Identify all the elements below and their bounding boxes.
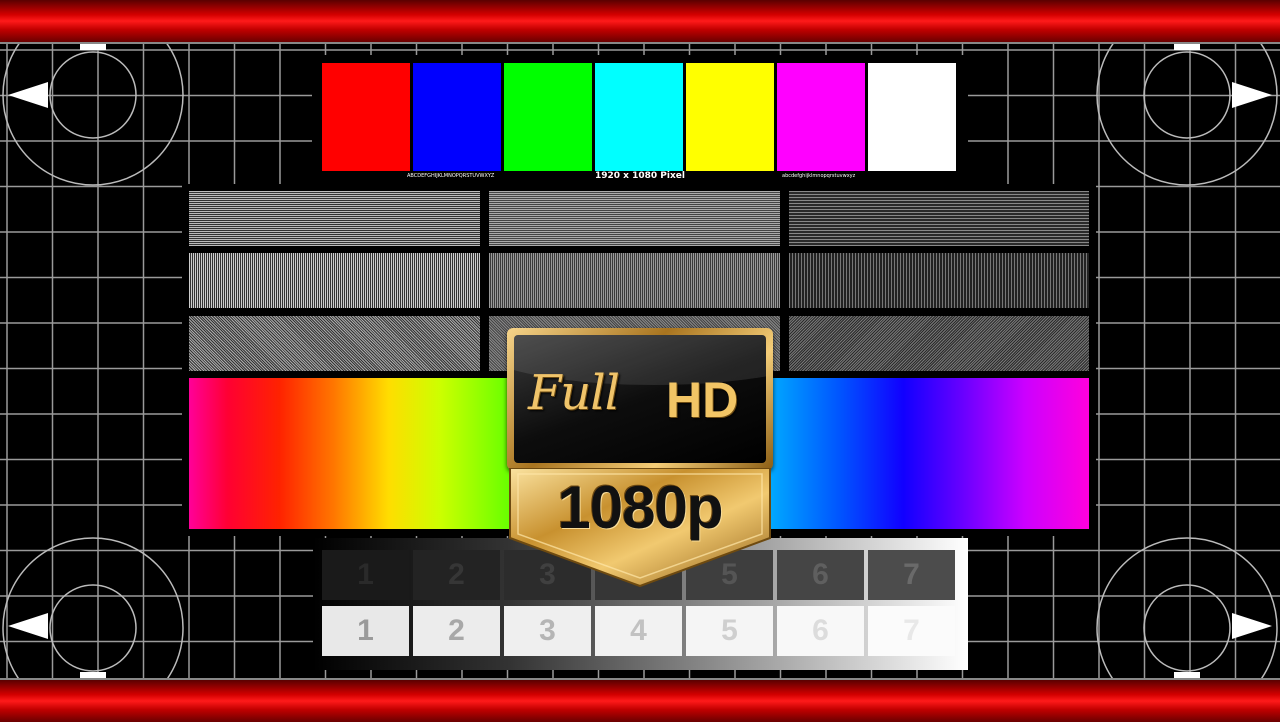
badge-1080p-text: 1080p: [557, 474, 723, 541]
pattern-vertical-fine: [189, 253, 480, 308]
pattern-vertical-coarse: [789, 253, 1089, 308]
pattern-diagonal-coarse: [789, 316, 1089, 371]
gray-step-light: 4: [595, 606, 682, 656]
color-swatch-cyan: [595, 63, 683, 171]
badge-top-frame: Full HD: [507, 328, 773, 470]
color-swatch-red: [322, 63, 410, 171]
gray-step-light: 1: [322, 606, 409, 656]
badge-black-panel: Full HD: [514, 335, 766, 463]
top-frame-bar: [0, 0, 1280, 44]
pattern-horizontal-medium: [489, 191, 780, 246]
gray-step-light: 2: [413, 606, 500, 656]
gray-step-light: 6: [777, 606, 864, 656]
color-swatch-white: [868, 63, 956, 171]
color-swatch-green: [504, 63, 592, 171]
gray-step-light: 3: [504, 606, 591, 656]
pattern-vertical-medium: [489, 253, 780, 308]
spectrum-gradient-left: [189, 378, 511, 529]
uppercase-alphabet-label: ABCDEFGHIJKLMNOPQRSTUVWXYZ: [407, 173, 495, 179]
bottom-frame-bar: [0, 678, 1280, 722]
color-swatch-magenta: [777, 63, 865, 171]
pattern-horizontal-coarse: [789, 191, 1089, 246]
badge-full-text: Full: [528, 365, 620, 421]
gray-step-dark: 7: [868, 550, 955, 600]
color-swatch-yellow: [686, 63, 774, 171]
color-swatch-blue: [413, 63, 501, 171]
resolution-label: 1920 x 1080 Pixel: [595, 171, 685, 181]
pattern-horizontal-fine: [189, 191, 480, 246]
pattern-diagonal-fine: [189, 316, 480, 371]
gray-step-dark: 1: [322, 550, 409, 600]
gray-step-dark: 2: [413, 550, 500, 600]
lowercase-alphabet-label: abcdefghijklmnopqrstuvwxyz: [782, 173, 856, 179]
badge-hd-text: HD: [666, 372, 739, 428]
gray-step-dark: 6: [777, 550, 864, 600]
gray-step-light: 7: [868, 606, 955, 656]
full-hd-badge: Full HD 1080p: [507, 328, 773, 590]
gray-step-light: 5: [686, 606, 773, 656]
spectrum-gradient-right: [769, 378, 1089, 529]
